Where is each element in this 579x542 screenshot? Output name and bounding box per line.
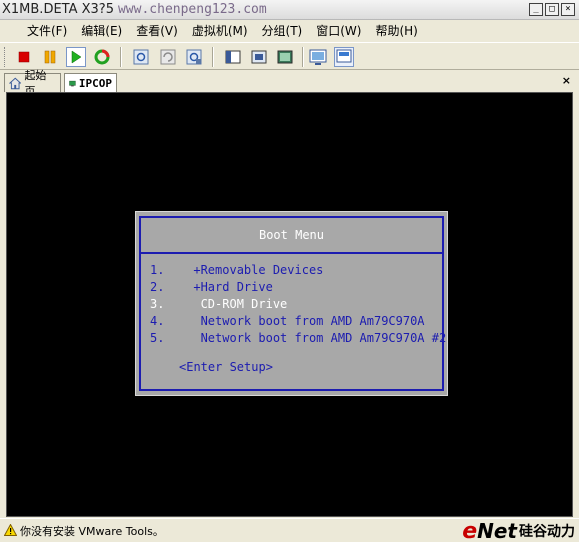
window-controls: _ □ × <box>529 3 575 16</box>
boot-device-list: 1. +Removable Devices 2. +Hard Drive 3. … <box>150 262 446 347</box>
toolbar <box>0 42 579 70</box>
menu-bar: 文件(F) 编辑(E) 查看(V) 虚拟机(M) 分组(T) 窗口(W) 帮助(… <box>0 20 579 42</box>
vmware-tools-warning[interactable]: 你没有安装 VMware Tools。 <box>20 523 164 539</box>
boot-option-removable[interactable]: 1. +Removable Devices <box>150 262 446 279</box>
tab-ipcop[interactable]: IPCOP <box>64 73 117 92</box>
reset-icon[interactable] <box>92 47 112 67</box>
vm-icon <box>69 80 76 86</box>
toolbar-grip[interactable] <box>4 47 7 67</box>
title-bar: X1MB.DETA X3?5 www.chenpeng123.com _ □ × <box>0 0 579 20</box>
status-bar: 你没有安装 VMware Tools。 e Net 硅谷动力 <box>0 518 579 542</box>
watermark-cn: 硅谷动力 <box>519 524 575 540</box>
summary-view-icon[interactable] <box>249 47 269 67</box>
menu-file[interactable]: 文件(F) <box>20 20 74 42</box>
minimize-button[interactable]: _ <box>529 3 543 16</box>
close-button[interactable]: × <box>561 3 575 16</box>
maximize-button[interactable]: □ <box>545 3 559 16</box>
tab-home[interactable]: 起始页 <box>4 69 61 98</box>
close-tab-icon[interactable]: × <box>562 74 571 87</box>
boot-menu-dialog: Boot Menu 1. +Removable Devices 2. +Hard… <box>135 211 448 396</box>
quick-switch-icon[interactable] <box>223 47 243 67</box>
boot-menu-divider <box>141 252 442 254</box>
power-on-icon[interactable] <box>66 47 86 67</box>
watermark-e: e <box>462 518 478 542</box>
unity-icon[interactable] <box>334 47 354 67</box>
warning-icon <box>4 524 17 536</box>
boot-menu-frame: Boot Menu 1. +Removable Devices 2. +Hard… <box>139 216 446 391</box>
toolbar-separator <box>302 47 304 67</box>
window-title-app: X1MB.DETA X3?5 <box>2 2 114 17</box>
tab-bar: 起始页 IPCOP × <box>0 69 579 98</box>
menu-edit[interactable]: 编辑(E) <box>74 20 129 42</box>
toolbar-separator <box>120 47 122 67</box>
toolbar-separator <box>212 47 214 67</box>
boot-option-network-1[interactable]: 4. Network boot from AMD Am79C970A <box>150 313 446 330</box>
power-off-icon[interactable] <box>14 47 34 67</box>
window-title: X1MB.DETA X3?5 www.chenpeng123.com <box>2 0 267 20</box>
menu-team[interactable]: 分组(T) <box>255 20 310 42</box>
title-watermark: www.chenpeng123.com <box>117 2 267 17</box>
boot-option-network-2[interactable]: 5. Network boot from AMD Am79C970A #2 <box>150 330 446 347</box>
boot-option-cdrom[interactable]: 3. CD-ROM Drive <box>150 296 446 313</box>
vm-console[interactable]: Boot Menu 1. +Removable Devices 2. +Hard… <box>6 92 573 517</box>
menu-help[interactable]: 帮助(H) <box>368 20 424 42</box>
watermark-net: Net <box>477 519 517 542</box>
menu-view[interactable]: 查看(V) <box>129 20 185 42</box>
home-icon <box>9 77 22 89</box>
console-view-icon[interactable] <box>275 47 295 67</box>
revert-snapshot-icon[interactable] <box>158 47 178 67</box>
boot-option-hard-drive[interactable]: 2. +Hard Drive <box>150 279 446 296</box>
menu-window[interactable]: 窗口(W) <box>309 20 368 42</box>
boot-menu-title: Boot Menu <box>258 228 325 242</box>
full-screen-icon[interactable] <box>308 47 328 67</box>
snapshot-manager-icon[interactable] <box>184 47 204 67</box>
site-watermark: e Net 硅谷动力 <box>462 519 575 542</box>
tab-label: IPCOP <box>78 76 112 90</box>
enter-setup-option[interactable]: <Enter Setup> <box>179 360 273 374</box>
pause-icon[interactable] <box>40 47 60 67</box>
menu-vm[interactable]: 虚拟机(M) <box>185 20 255 42</box>
snapshot-icon[interactable] <box>131 47 151 67</box>
